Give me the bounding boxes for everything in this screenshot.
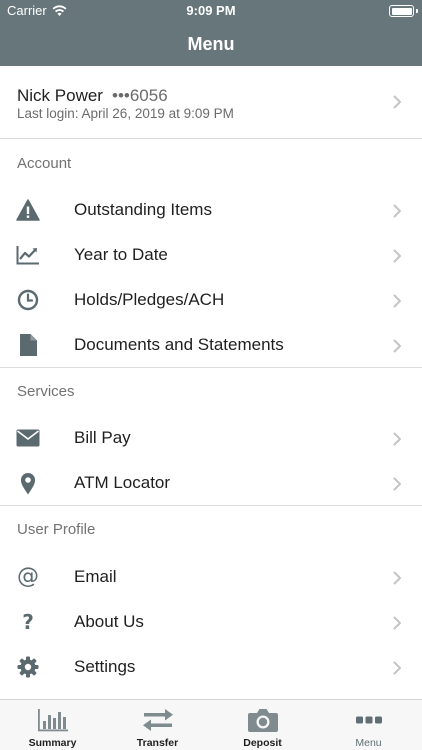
chevron-right-icon xyxy=(393,339,401,353)
camera-icon xyxy=(210,707,315,733)
tab-label: Summary xyxy=(28,737,77,749)
status-bar: Carrier 9:09 PM xyxy=(0,0,422,22)
tab-transfer[interactable]: Transfer xyxy=(105,700,210,750)
menu-item-label: About Us xyxy=(74,612,144,631)
menu-item-year-to-date[interactable]: Year to Date xyxy=(0,233,422,278)
question-icon: ? xyxy=(22,610,34,634)
tab-bar: Summary Transfer Deposit Menu xyxy=(0,699,422,750)
document-icon xyxy=(15,332,41,358)
menu-item-documents-statements[interactable]: Documents and Statements xyxy=(0,323,422,368)
menu-item-bill-pay[interactable]: Bill Pay xyxy=(0,416,422,461)
tab-label: Deposit xyxy=(243,737,282,749)
tab-label: Transfer xyxy=(136,737,179,749)
menu-item-email[interactable]: @ Email xyxy=(0,555,422,600)
last-login-text: Last login: April 26, 2019 at 9:09 PM xyxy=(17,106,234,121)
section-header-account: Account xyxy=(17,155,72,172)
trend-chart-icon xyxy=(15,242,41,268)
menu-item-atm-locator[interactable]: ATM Locator xyxy=(0,461,422,506)
menu-item-label: Holds/Pledges/ACH xyxy=(74,290,225,309)
bar-chart-icon xyxy=(0,707,105,733)
gear-icon xyxy=(15,654,41,680)
battery-tip xyxy=(416,9,418,13)
battery-icon xyxy=(389,5,414,17)
warning-icon xyxy=(15,197,41,223)
section-divider xyxy=(0,367,422,368)
nav-title: Menu xyxy=(0,22,422,66)
section-header-user-profile: User Profile xyxy=(17,521,96,538)
menu-item-holds-pledges-ach[interactable]: Holds/Pledges/ACH xyxy=(0,278,422,323)
section-header-services: Services xyxy=(17,383,75,400)
clock-icon xyxy=(15,287,41,313)
account-holder-name: Nick Power xyxy=(17,86,103,105)
menu-item-label: Bill Pay xyxy=(74,428,131,447)
menu-item-outstanding-items[interactable]: Outstanding Items xyxy=(0,188,422,233)
chevron-right-icon xyxy=(393,204,401,218)
menu-item-label: ATM Locator xyxy=(74,473,171,492)
menu-item-label: Documents and Statements xyxy=(74,335,284,354)
menu-item-label: Settings xyxy=(74,657,136,676)
chevron-right-icon xyxy=(393,95,401,109)
tab-deposit[interactable]: Deposit xyxy=(210,700,315,750)
at-sign-icon: @ xyxy=(17,564,39,589)
menu-item-about-us[interactable]: ? About Us xyxy=(0,600,422,645)
transfer-arrows-icon xyxy=(105,707,210,733)
menu-item-label: Outstanding Items xyxy=(74,200,212,219)
account-number-masked: •••6056 xyxy=(112,86,168,105)
chevron-right-icon xyxy=(393,294,401,308)
map-pin-icon xyxy=(15,470,41,496)
envelope-icon xyxy=(15,425,41,451)
section-divider xyxy=(0,505,422,506)
tab-label: Menu xyxy=(355,737,382,749)
tab-summary[interactable]: Summary xyxy=(0,700,105,750)
chevron-right-icon xyxy=(393,571,401,585)
menu-item-label: Year to Date xyxy=(74,245,168,264)
chevron-right-icon xyxy=(393,616,401,630)
more-dots-icon xyxy=(316,707,421,733)
menu-item-label: Email xyxy=(74,567,117,586)
tab-menu[interactable]: Menu xyxy=(316,700,421,750)
chevron-right-icon xyxy=(393,661,401,675)
account-row[interactable]: Nick Power •••6056 Last login: April 26,… xyxy=(0,66,422,139)
status-time: 9:09 PM xyxy=(186,3,236,18)
chevron-right-icon xyxy=(393,477,401,491)
menu-item-settings[interactable]: Settings xyxy=(0,645,422,690)
chevron-right-icon xyxy=(393,249,401,263)
chevron-right-icon xyxy=(393,432,401,446)
